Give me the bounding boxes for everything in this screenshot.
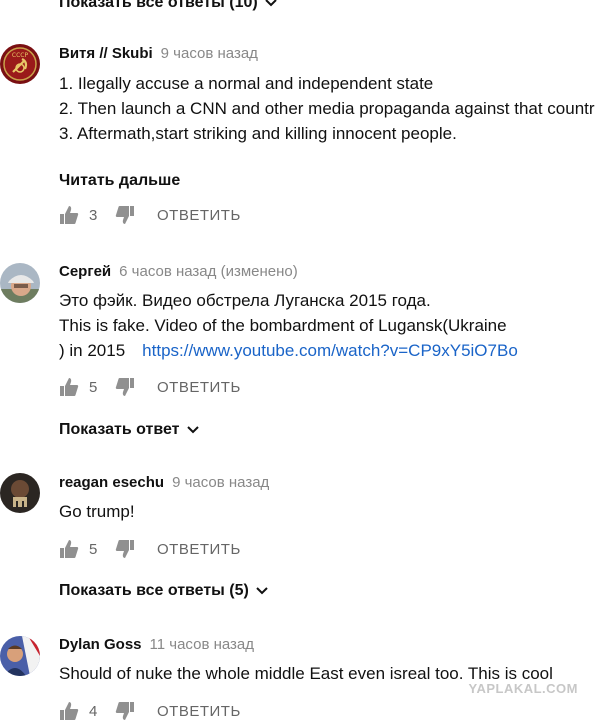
comment-line: Это фэйк. Видео обстрела Луганска 2015 г… [59, 291, 431, 310]
reply-button[interactable]: ОТВЕТИТЬ [157, 541, 241, 558]
avatar[interactable]: СССР [0, 44, 40, 84]
show-all-replies-top[interactable]: Показать все ответы (10) [59, 0, 278, 12]
chevron-down-icon [256, 587, 268, 595]
comment-actions: 3 ОТВЕТИТЬ [59, 203, 241, 227]
like-count: 4 [89, 702, 98, 720]
svg-text:СССР: СССР [12, 52, 29, 59]
comment-time[interactable]: 9 часов назад [161, 45, 258, 62]
avatar[interactable] [0, 636, 40, 676]
person-flag-avatar-icon [0, 636, 40, 676]
like-count: 5 [89, 540, 98, 558]
chevron-down-icon [186, 426, 199, 434]
comment-text: Это фэйк. Видео обстрела Луганска 2015 г… [59, 288, 518, 363]
comment-text: Go trump! [59, 499, 135, 524]
read-more-button[interactable]: Читать дальше [59, 172, 180, 190]
comment-line: This is fake. Video of the bombardment o… [59, 316, 507, 335]
read-more-label: Читать дальше [59, 172, 181, 189]
thumbs-up-icon[interactable] [59, 377, 79, 397]
comment-line: 2. Then launch a CNN and other media pro… [59, 99, 595, 118]
author-name[interactable]: reagan esechu [59, 474, 164, 491]
show-reply-button[interactable]: Показать ответ [59, 421, 200, 439]
thumbs-down-icon[interactable] [115, 701, 135, 721]
comment-actions: 5 ОТВЕТИТЬ [59, 537, 241, 561]
chevron-down-icon [265, 0, 277, 7]
watermark: YAPLAKAL.COM [468, 681, 578, 696]
like-count: 5 [89, 378, 98, 396]
show-reply-label: Показать ответ [59, 421, 180, 438]
thumbs-up-icon[interactable] [59, 205, 79, 225]
comment-actions: 5 ОТВЕТИТЬ [59, 375, 241, 399]
comment-time[interactable]: 6 часов назад (изменено) [119, 263, 298, 280]
comment-actions: 4 ОТВЕТИТЬ [59, 699, 241, 723]
comment-text: 1. Ilegally accuse a normal and independ… [59, 71, 595, 146]
comment-line: 3. Aftermath,start striking and killing … [59, 124, 457, 143]
comment-line: ) in 2015 https://www.youtube.com/watch?v… [59, 338, 518, 363]
comment-line: 1. Ilegally accuse a normal and independ… [59, 74, 434, 93]
comment-author[interactable]: Dylan Goss 11 часов назад [59, 636, 254, 653]
comment-author[interactable]: reagan esechu 9 часов назад [59, 474, 269, 491]
thumbs-up-icon[interactable] [59, 701, 79, 721]
comment-link[interactable]: https://www.youtube.com/watch?v=CP9xY5iO… [142, 341, 518, 360]
author-name[interactable]: Сергей [59, 263, 111, 280]
thumbs-up-icon[interactable] [59, 539, 79, 559]
comment-line-prefix: ) in 2015 [59, 341, 126, 360]
show-all-replies-button[interactable]: Показать все ответы (5) [59, 582, 269, 600]
avatar[interactable] [0, 263, 40, 303]
person-with-cap-avatar-icon [0, 263, 40, 303]
comment-author[interactable]: Витя // Skubi 9 часов назад [59, 45, 258, 62]
comment-author[interactable]: Сергей 6 часов назад (изменено) [59, 263, 298, 280]
comment-line: Go trump! [59, 502, 135, 521]
person-avatar-icon [0, 473, 40, 513]
author-name[interactable]: Dylan Goss [59, 636, 142, 653]
like-count: 3 [89, 206, 98, 224]
reply-button[interactable]: ОТВЕТИТЬ [157, 379, 241, 396]
avatar[interactable] [0, 473, 40, 513]
comment-time[interactable]: 11 часов назад [150, 636, 254, 653]
thumbs-down-icon[interactable] [115, 205, 135, 225]
author-name[interactable]: Витя // Skubi [59, 45, 153, 62]
show-all-replies-label: Показать все ответы (5) [59, 582, 249, 599]
reply-button[interactable]: ОТВЕТИТЬ [157, 207, 241, 224]
thumbs-down-icon[interactable] [115, 377, 135, 397]
ussr-emblem-avatar-icon: СССР [0, 44, 40, 84]
comment-time[interactable]: 9 часов назад [172, 474, 269, 491]
show-all-replies-label: Показать все ответы (10) [59, 0, 258, 11]
reply-button[interactable]: ОТВЕТИТЬ [157, 703, 241, 720]
thumbs-down-icon[interactable] [115, 539, 135, 559]
